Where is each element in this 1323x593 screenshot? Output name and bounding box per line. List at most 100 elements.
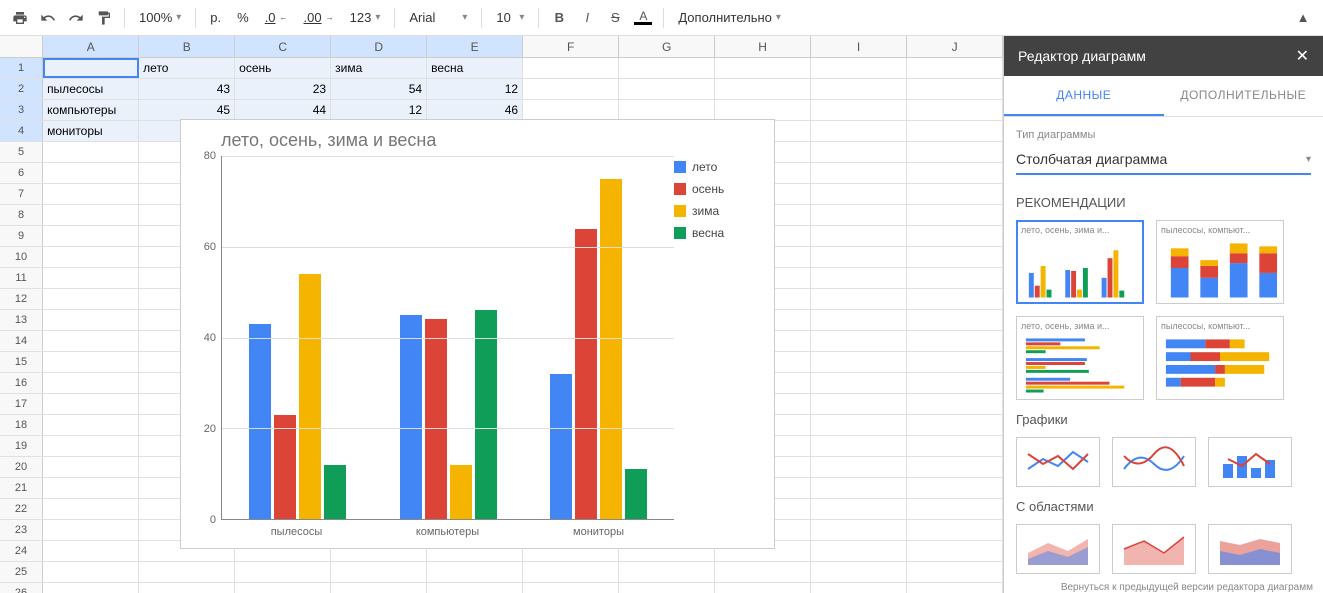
- row-header[interactable]: 11: [0, 268, 43, 288]
- cell[interactable]: [43, 583, 139, 593]
- cell[interactable]: [523, 58, 619, 78]
- cell[interactable]: [811, 562, 907, 582]
- cell[interactable]: [811, 289, 907, 309]
- row-header[interactable]: 22: [0, 499, 43, 519]
- cell[interactable]: пылесосы: [43, 79, 139, 99]
- row-header[interactable]: 8: [0, 205, 43, 225]
- cell[interactable]: [907, 583, 1003, 593]
- row-header[interactable]: 16: [0, 373, 43, 393]
- cell[interactable]: [43, 373, 139, 393]
- column-header[interactable]: B: [139, 36, 235, 57]
- column-header[interactable]: J: [907, 36, 1003, 57]
- increase-decimal[interactable]: .00→: [298, 10, 340, 25]
- cell[interactable]: 44: [235, 100, 331, 120]
- tab-customize[interactable]: ДОПОЛНИТЕЛЬНЫЕ: [1164, 76, 1323, 116]
- cell[interactable]: [43, 205, 139, 225]
- cell[interactable]: [907, 562, 1003, 582]
- cell[interactable]: [715, 562, 811, 582]
- revert-editor-link[interactable]: Вернуться к предыдущей версии редактора …: [1061, 582, 1313, 593]
- cell[interactable]: [811, 478, 907, 498]
- chart-thumb-stacked-bar[interactable]: пылесосы, компьют...: [1156, 220, 1284, 304]
- row-header[interactable]: 9: [0, 226, 43, 246]
- cell[interactable]: [907, 373, 1003, 393]
- column-header[interactable]: C: [235, 36, 331, 57]
- column-header[interactable]: F: [523, 36, 619, 57]
- font-size-selector[interactable]: 10▾: [490, 10, 530, 25]
- cell[interactable]: [43, 331, 139, 351]
- cell[interactable]: [811, 226, 907, 246]
- cell[interactable]: [619, 58, 715, 78]
- cell[interactable]: [715, 79, 811, 99]
- zoom-selector[interactable]: 100%▾: [133, 10, 187, 25]
- cell[interactable]: [811, 184, 907, 204]
- cell[interactable]: [811, 121, 907, 141]
- row-header[interactable]: 13: [0, 310, 43, 330]
- cell[interactable]: [811, 352, 907, 372]
- chart-type-select[interactable]: Столбчатая диаграмма ▾: [1016, 145, 1311, 175]
- row-header[interactable]: 19: [0, 436, 43, 456]
- cell[interactable]: [43, 163, 139, 183]
- redo-icon[interactable]: [64, 6, 88, 30]
- cell[interactable]: [907, 394, 1003, 414]
- cell[interactable]: лето: [139, 58, 235, 78]
- collapse-toolbar-icon[interactable]: ▲: [1291, 6, 1315, 30]
- cell[interactable]: [907, 436, 1003, 456]
- row-header[interactable]: 23: [0, 520, 43, 540]
- cell[interactable]: [811, 100, 907, 120]
- row-header[interactable]: 24: [0, 541, 43, 561]
- cell[interactable]: [427, 583, 523, 593]
- chart-overlay[interactable]: лето, осень, зима и весна 020406080 пыле…: [180, 119, 775, 549]
- decrease-decimal[interactable]: .0←: [259, 10, 294, 25]
- cell[interactable]: [907, 142, 1003, 162]
- cell[interactable]: [619, 583, 715, 593]
- text-color-icon[interactable]: A: [631, 6, 655, 30]
- row-header[interactable]: 14: [0, 331, 43, 351]
- cell[interactable]: [907, 79, 1003, 99]
- more-formatting[interactable]: Дополнительно▾: [672, 10, 787, 25]
- chart-thumb-grouped-bar[interactable]: лето, осень, зима и...: [1016, 220, 1144, 304]
- row-header[interactable]: 20: [0, 457, 43, 477]
- row-header[interactable]: 17: [0, 394, 43, 414]
- cell[interactable]: [811, 373, 907, 393]
- cell[interactable]: [43, 142, 139, 162]
- italic-icon[interactable]: I: [575, 6, 599, 30]
- row-header[interactable]: 4: [0, 121, 43, 141]
- number-format[interactable]: 123▾: [344, 10, 387, 25]
- tab-data[interactable]: ДАННЫЕ: [1004, 76, 1164, 116]
- cell[interactable]: [907, 289, 1003, 309]
- cell[interactable]: [811, 79, 907, 99]
- cell[interactable]: [43, 310, 139, 330]
- spreadsheet[interactable]: ABCDEFGHIJ 1летоосеньзимавесна2пылесосы4…: [0, 36, 1003, 593]
- cell[interactable]: [907, 226, 1003, 246]
- cell[interactable]: [811, 205, 907, 225]
- cell[interactable]: [907, 247, 1003, 267]
- cell[interactable]: [907, 184, 1003, 204]
- cell[interactable]: [907, 352, 1003, 372]
- cell[interactable]: [811, 331, 907, 351]
- cell[interactable]: [811, 310, 907, 330]
- cell[interactable]: [907, 121, 1003, 141]
- cell[interactable]: весна: [427, 58, 523, 78]
- select-all-corner[interactable]: [0, 36, 43, 57]
- cell[interactable]: [907, 268, 1003, 288]
- row-header[interactable]: 5: [0, 142, 43, 162]
- paint-format-icon[interactable]: [92, 6, 116, 30]
- cell[interactable]: [619, 100, 715, 120]
- cell[interactable]: [907, 520, 1003, 540]
- cell[interactable]: [43, 562, 139, 582]
- currency-format[interactable]: p.: [204, 10, 227, 25]
- cell[interactable]: мониторы: [43, 121, 139, 141]
- cell[interactable]: [43, 394, 139, 414]
- cell[interactable]: [811, 499, 907, 519]
- cell[interactable]: [43, 268, 139, 288]
- cell[interactable]: [907, 331, 1003, 351]
- cell[interactable]: [715, 100, 811, 120]
- cell[interactable]: [811, 415, 907, 435]
- cell[interactable]: [715, 58, 811, 78]
- cell[interactable]: [523, 583, 619, 593]
- cell[interactable]: [907, 415, 1003, 435]
- cell[interactable]: [811, 247, 907, 267]
- cell[interactable]: [907, 457, 1003, 477]
- cell[interactable]: [235, 562, 331, 582]
- column-header[interactable]: D: [331, 36, 427, 57]
